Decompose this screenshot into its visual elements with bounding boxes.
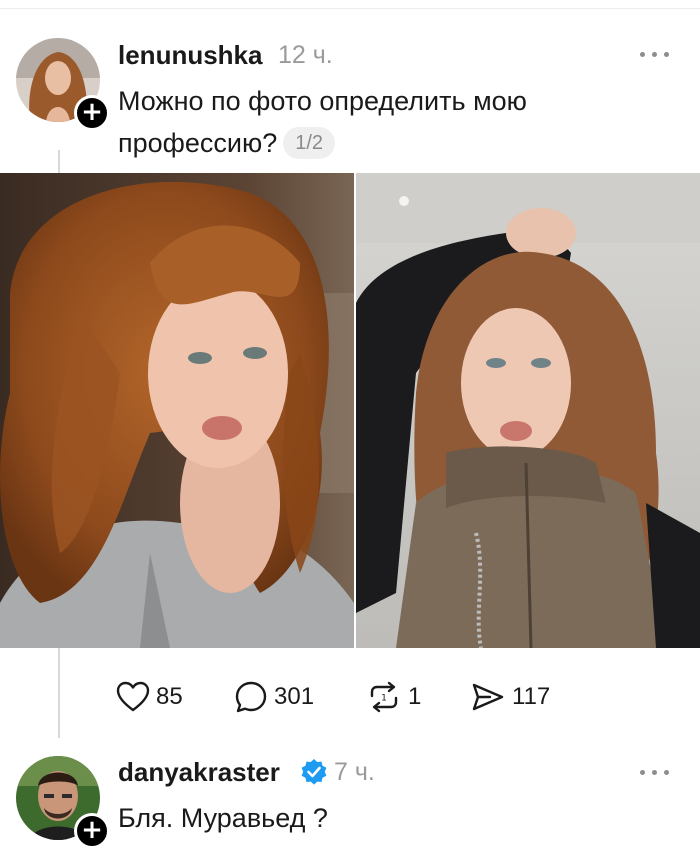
image-counter: 1/2 (283, 127, 336, 159)
follow-plus-icon[interactable]: + (74, 813, 110, 849)
like-button[interactable]: 85 (116, 675, 183, 719)
repost-count: 1 (408, 683, 422, 710)
heart-icon (116, 681, 150, 712)
share-button[interactable]: 117 (470, 675, 550, 719)
repost-icon: 1 (370, 681, 398, 713)
follow-plus-icon[interactable]: + (74, 95, 110, 131)
verified-badge-icon (301, 759, 327, 785)
post-photo[interactable] (356, 173, 700, 648)
reply-time: 7 ч. (334, 758, 375, 786)
post-photo[interactable] (0, 173, 354, 648)
comment-button[interactable]: 301 (234, 675, 314, 719)
thread-line (58, 150, 60, 173)
reply-username[interactable]: danyakraster (118, 757, 280, 788)
comment-bubble-icon (235, 681, 267, 713)
share-count: 117 (512, 683, 551, 710)
reply-text: Бля. Муравьед ? (118, 803, 328, 833)
like-count: 85 (156, 683, 183, 710)
top-divider (0, 8, 700, 9)
more-dots-icon[interactable] (638, 762, 674, 782)
svg-text:1: 1 (381, 694, 387, 704)
repost-button[interactable]: 1 1 (366, 675, 421, 719)
post-username[interactable]: lenunushka (118, 40, 262, 71)
share-send-icon (472, 683, 504, 711)
post-time: 12 ч. (278, 41, 333, 69)
more-dots-icon[interactable] (638, 44, 674, 64)
post-text: Можно по фото определить мою профессию? 1… (118, 80, 638, 164)
thread-line (58, 648, 60, 738)
comment-count: 301 (274, 683, 315, 710)
